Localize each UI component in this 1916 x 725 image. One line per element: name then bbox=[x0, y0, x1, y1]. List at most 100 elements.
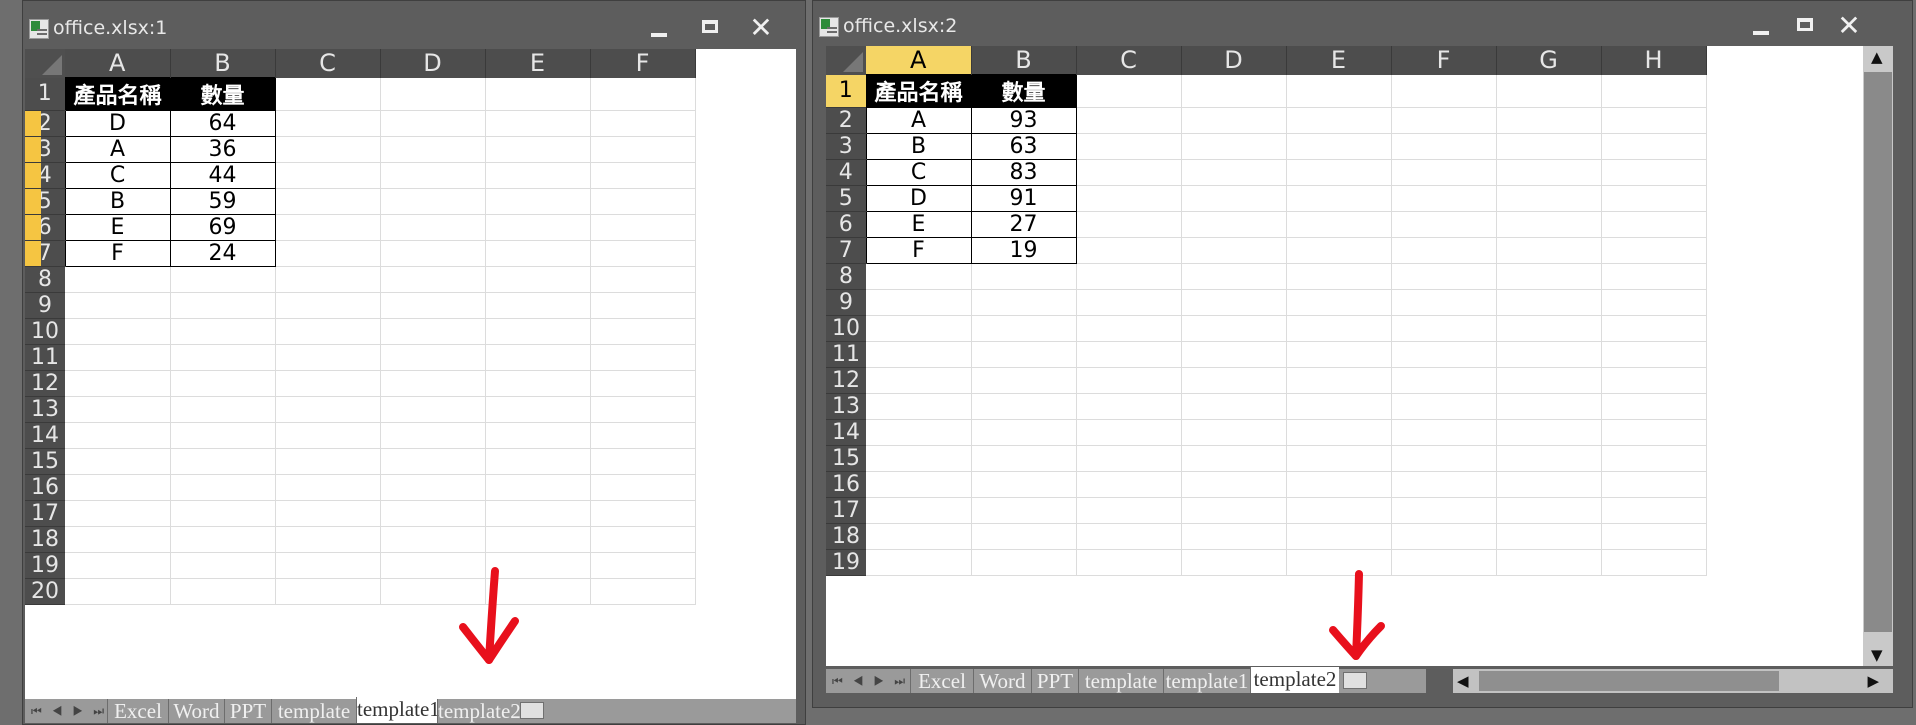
cell-e14[interactable] bbox=[1286, 419, 1392, 446]
cell-d15[interactable] bbox=[1181, 445, 1287, 472]
row-header-18[interactable]: 18 bbox=[25, 526, 65, 553]
cell-g19[interactable] bbox=[1496, 549, 1602, 576]
cell-c1[interactable] bbox=[275, 77, 381, 111]
cell-f9[interactable] bbox=[1391, 289, 1497, 316]
new-sheet-icon[interactable] bbox=[1343, 672, 1367, 689]
cell-e11[interactable] bbox=[1286, 341, 1392, 368]
cell-e17[interactable] bbox=[1286, 497, 1392, 524]
cell-h14[interactable] bbox=[1601, 419, 1707, 446]
cell-f19[interactable] bbox=[590, 552, 696, 579]
window-office-xlsx-1[interactable]: office.xlsx:1 ✕ A B C D E F 1 產品名稱 數量 2 D 64 3 A 36 4 C 4… bbox=[22, 0, 806, 725]
cell-a10[interactable] bbox=[65, 318, 171, 345]
cell-d16[interactable] bbox=[1181, 471, 1287, 498]
cell-a14[interactable] bbox=[866, 419, 972, 446]
cell-a14[interactable] bbox=[65, 422, 171, 449]
scroll-down-icon[interactable]: ▼ bbox=[1871, 646, 1883, 664]
cell-d4[interactable] bbox=[1181, 159, 1287, 186]
cell-f1[interactable] bbox=[590, 77, 696, 111]
row-header-4[interactable]: 4 bbox=[826, 159, 866, 186]
maximize-icon[interactable] bbox=[696, 15, 724, 41]
cell-b4[interactable]: 83 bbox=[970, 159, 1077, 186]
cell-e10[interactable] bbox=[485, 318, 591, 345]
cell-a4[interactable]: C bbox=[64, 162, 171, 189]
vertical-scroll-thumb[interactable] bbox=[1864, 72, 1892, 632]
cell-e17[interactable] bbox=[485, 500, 591, 527]
row-header-11[interactable]: 11 bbox=[25, 344, 65, 371]
cell-c16[interactable] bbox=[275, 474, 381, 501]
row-header-8[interactable]: 8 bbox=[25, 266, 65, 293]
cell-f16[interactable] bbox=[1391, 471, 1497, 498]
cell-b20[interactable] bbox=[170, 578, 276, 605]
column-header-g[interactable]: G bbox=[1496, 46, 1602, 75]
cell-d10[interactable] bbox=[1181, 315, 1287, 342]
row-header-13[interactable]: 13 bbox=[25, 396, 65, 423]
cell-h5[interactable] bbox=[1601, 185, 1707, 212]
cell-b10[interactable] bbox=[971, 315, 1077, 342]
column-header-f[interactable]: F bbox=[590, 49, 696, 78]
cell-b16[interactable] bbox=[971, 471, 1077, 498]
cell-e8[interactable] bbox=[1286, 263, 1392, 290]
cell-b4[interactable]: 44 bbox=[169, 162, 276, 189]
sheet-tab-bar[interactable]: ⏮◀▶⏭ Excel Word PPT template template1 templa… bbox=[25, 697, 796, 723]
title-bar[interactable]: office.xlsx:2 ✕ bbox=[813, 1, 1912, 47]
spreadsheet-grid[interactable]: A B C D E F 1 產品名稱 數量 2 D 64 3 A 36 4 C 44 5 B 59 6 E 69 7 F 24 8 9 1… bbox=[25, 49, 696, 605]
cell-b6[interactable]: 27 bbox=[970, 211, 1077, 238]
cell-d17[interactable] bbox=[380, 500, 486, 527]
cell-e12[interactable] bbox=[485, 370, 591, 397]
row-header-20[interactable]: 20 bbox=[25, 578, 65, 605]
cell-b5[interactable]: 91 bbox=[970, 185, 1077, 212]
title-bar[interactable]: office.xlsx:1 ✕ bbox=[23, 1, 805, 47]
spreadsheet-grid[interactable]: A B C D E F G H 1 產品名稱 數量 2 A 93 3 B 63 4 C 83 5 D 91 6 E 27 7 F 19 8… bbox=[826, 46, 1707, 576]
cell-h6[interactable] bbox=[1601, 211, 1707, 238]
row-header-16[interactable]: 16 bbox=[25, 474, 65, 501]
cell-d11[interactable] bbox=[1181, 341, 1287, 368]
cell-a15[interactable] bbox=[65, 448, 171, 475]
cell-f7[interactable] bbox=[590, 240, 696, 267]
horizontal-scrollbar[interactable]: ◀ ▶ bbox=[1453, 669, 1893, 693]
cell-c3[interactable] bbox=[1076, 133, 1182, 160]
row-header-5[interactable]: 5 bbox=[25, 188, 65, 215]
scroll-left-icon[interactable]: ◀ bbox=[1457, 672, 1469, 690]
row-header-5[interactable]: 5 bbox=[826, 185, 866, 212]
horizontal-scroll-thumb[interactable] bbox=[1479, 671, 1779, 691]
minimize-icon[interactable] bbox=[645, 15, 673, 41]
cell-d3[interactable] bbox=[1181, 133, 1287, 160]
cell-g7[interactable] bbox=[1496, 237, 1602, 264]
cell-d18[interactable] bbox=[1181, 523, 1287, 550]
row-header-4[interactable]: 4 bbox=[25, 162, 65, 189]
cell-f10[interactable] bbox=[590, 318, 696, 345]
cell-c16[interactable] bbox=[1076, 471, 1182, 498]
cell-b16[interactable] bbox=[170, 474, 276, 501]
cell-b5[interactable]: 59 bbox=[169, 188, 276, 215]
cell-b1[interactable]: 數量 bbox=[970, 74, 1077, 108]
cell-a15[interactable] bbox=[866, 445, 972, 472]
cell-a5[interactable]: B bbox=[64, 188, 171, 215]
cell-h7[interactable] bbox=[1601, 237, 1707, 264]
cell-a7[interactable]: F bbox=[64, 240, 171, 267]
tab-template1[interactable]: template1 bbox=[356, 697, 440, 723]
cell-d19[interactable] bbox=[1181, 549, 1287, 576]
cell-d1[interactable] bbox=[380, 77, 486, 111]
cell-d9[interactable] bbox=[1181, 289, 1287, 316]
cell-d8[interactable] bbox=[1181, 263, 1287, 290]
cell-e13[interactable] bbox=[485, 396, 591, 423]
cell-b3[interactable]: 63 bbox=[970, 133, 1077, 160]
row-header-1[interactable]: 1 bbox=[25, 77, 65, 111]
cell-f19[interactable] bbox=[1391, 549, 1497, 576]
cell-d6[interactable] bbox=[380, 214, 486, 241]
row-header-16[interactable]: 16 bbox=[826, 471, 866, 498]
cell-c5[interactable] bbox=[275, 188, 381, 215]
cell-f17[interactable] bbox=[590, 500, 696, 527]
cell-a7[interactable]: F bbox=[865, 237, 972, 264]
cell-b14[interactable] bbox=[170, 422, 276, 449]
cell-f10[interactable] bbox=[1391, 315, 1497, 342]
cell-e14[interactable] bbox=[485, 422, 591, 449]
cell-c15[interactable] bbox=[275, 448, 381, 475]
cell-e10[interactable] bbox=[1286, 315, 1392, 342]
cell-h16[interactable] bbox=[1601, 471, 1707, 498]
cell-e7[interactable] bbox=[1286, 237, 1392, 264]
cell-g9[interactable] bbox=[1496, 289, 1602, 316]
cell-b8[interactable] bbox=[971, 263, 1077, 290]
cell-d2[interactable] bbox=[380, 110, 486, 137]
tab-word[interactable]: Word bbox=[973, 669, 1031, 693]
